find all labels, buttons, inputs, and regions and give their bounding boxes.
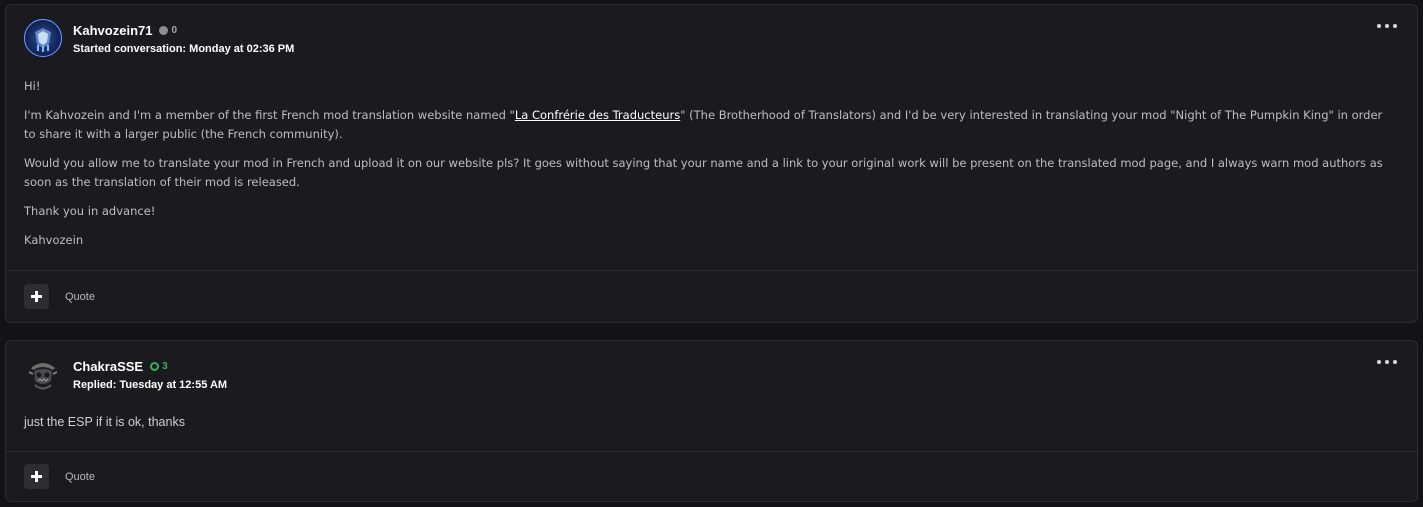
- reputation-plus-icon: [150, 362, 160, 371]
- author-info: ChakraSSE 3 Replied: Tuesday at 12:55 AM: [73, 358, 227, 391]
- add-reaction-button[interactable]: [24, 284, 49, 309]
- message-meta: Replied: Tuesday at 12:55 AM: [73, 379, 227, 391]
- message-text: I'm Kahvozein and I'm a member of the fi…: [24, 108, 515, 122]
- avatar[interactable]: [23, 354, 63, 394]
- message-footer: Quote: [24, 284, 95, 309]
- message-paragraph: Hi!: [24, 79, 41, 93]
- more-horizontal-icon: [1385, 24, 1389, 28]
- add-reaction-button[interactable]: [24, 464, 49, 489]
- message-card: Kahvozein71 0 Started conversation: Mond…: [5, 4, 1418, 323]
- message-paragraph: Thank you in advance!: [24, 204, 156, 218]
- author-name[interactable]: Kahvozein71: [73, 23, 152, 38]
- more-horizontal-icon: [1377, 360, 1381, 364]
- reputation-badge: 3: [150, 361, 168, 372]
- author-info: Kahvozein71 0 Started conversation: Mond…: [73, 22, 294, 55]
- message-header: Kahvozein71 0 Started conversation: Mond…: [23, 18, 294, 58]
- message-body: Hi! I'm Kahvozein and I'm a member of th…: [24, 77, 1389, 260]
- message-timestamp[interactable]: Monday at 02:36 PM: [189, 43, 294, 55]
- message-footer: Quote: [24, 464, 95, 489]
- avatar[interactable]: [23, 18, 63, 58]
- plus-icon: [31, 291, 42, 302]
- author-row: Kahvozein71 0: [73, 22, 294, 40]
- more-options-button[interactable]: [1377, 355, 1397, 369]
- divider: [6, 451, 1417, 452]
- reputation-badge: 0: [159, 25, 177, 36]
- message-header: ChakraSSE 3 Replied: Tuesday at 12:55 AM: [23, 354, 227, 394]
- message-timestamp[interactable]: Tuesday at 12:55 AM: [119, 379, 227, 391]
- author-row: ChakraSSE 3: [73, 358, 227, 376]
- more-horizontal-icon: [1385, 360, 1389, 364]
- more-horizontal-icon: [1393, 24, 1397, 28]
- message-action: Replied:: [73, 378, 117, 391]
- message-action: Started conversation:: [73, 42, 187, 55]
- message-paragraph: just the ESP if it is ok, thanks: [24, 415, 185, 429]
- message-paragraph: Kahvozein: [24, 233, 84, 247]
- divider: [6, 270, 1417, 271]
- message-paragraph: I'm Kahvozein and I'm a member of the fi…: [24, 106, 1389, 144]
- reputation-count: 0: [171, 25, 178, 36]
- reputation-dot-icon: [159, 26, 169, 35]
- message-meta: Started conversation: Monday at 02:36 PM: [73, 43, 294, 55]
- more-horizontal-icon: [1377, 24, 1381, 28]
- quote-button[interactable]: Quote: [65, 471, 95, 483]
- message-body: just the ESP if it is ok, thanks: [24, 413, 1389, 432]
- message-card: ChakraSSE 3 Replied: Tuesday at 12:55 AM…: [5, 340, 1418, 502]
- quote-button[interactable]: Quote: [65, 291, 95, 303]
- plus-icon: [31, 471, 42, 482]
- reputation-count: 3: [162, 361, 168, 372]
- author-name[interactable]: ChakraSSE: [73, 359, 143, 374]
- more-options-button[interactable]: [1377, 19, 1397, 33]
- more-horizontal-icon: [1393, 360, 1397, 364]
- website-link[interactable]: La Confrérie des Traducteurs: [515, 108, 680, 122]
- message-paragraph: Would you allow me to translate your mod…: [24, 156, 1383, 189]
- conversation-page: Kahvozein71 0 Started conversation: Mond…: [0, 0, 1423, 507]
